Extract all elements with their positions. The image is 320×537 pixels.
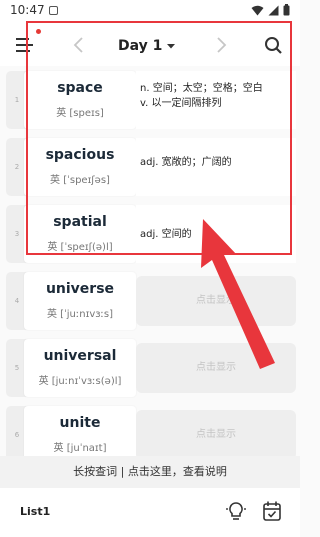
wifi-icon bbox=[251, 5, 264, 15]
calendar-check-icon[interactable] bbox=[262, 500, 282, 522]
phonetic: 英 [ˈspeɪʃəs] bbox=[50, 175, 110, 186]
phonetic: 英 [ˈspeɪʃ(ə)l] bbox=[47, 242, 113, 253]
word-card[interactable]: space 英 [speɪs] bbox=[24, 71, 136, 129]
word-card[interactable]: spatial 英 [ˈspeɪʃ(ə)l] bbox=[24, 205, 136, 263]
word-card[interactable]: spacious 英 [ˈspeɪʃəs] bbox=[24, 138, 136, 196]
signal-icon bbox=[268, 5, 279, 15]
status-time: 10:47 bbox=[10, 3, 45, 17]
caret-down-icon bbox=[167, 44, 176, 49]
word-text: universe bbox=[45, 281, 115, 297]
battery-icon bbox=[283, 4, 290, 16]
list-item[interactable]: 1 space 英 [speɪs] n. 空间；太空；空格；空白 v. 以一定间… bbox=[6, 71, 296, 129]
notification-dot bbox=[36, 29, 41, 34]
phonetic: 英 [speɪs] bbox=[56, 108, 104, 119]
hint-bar[interactable]: 长按查词 | 点击这里，查看说明 bbox=[0, 456, 300, 488]
reveal-meaning-button[interactable]: 点击显示 bbox=[136, 410, 296, 460]
day-title: Day 1 bbox=[118, 38, 163, 54]
word-text: universal bbox=[43, 348, 117, 364]
bottom-bar: List1 bbox=[0, 488, 300, 537]
word-text: unite bbox=[59, 415, 101, 431]
status-icons bbox=[251, 4, 290, 16]
reveal-meaning-button[interactable]: 点击显示 bbox=[136, 343, 296, 393]
phonetic: 英 [juːnɪˈvɜːs(ə)l] bbox=[38, 376, 122, 387]
phonetic: 英 [juˈnaɪt] bbox=[53, 443, 107, 454]
word-text: space bbox=[57, 80, 103, 96]
day-selector[interactable]: Day 1 bbox=[118, 35, 176, 57]
word-list: 1 space 英 [speɪs] n. 空间；太空；空格；空白 v. 以一定间… bbox=[0, 66, 300, 464]
chevron-left-icon[interactable] bbox=[68, 33, 90, 57]
notification-icon bbox=[49, 6, 58, 15]
meaning-line: v. 以一定间隔排列 bbox=[140, 98, 222, 109]
header: Day 1 bbox=[0, 24, 300, 66]
search-icon[interactable] bbox=[262, 34, 284, 56]
list-item[interactable]: 5 universal 英 [juːnɪˈvɜːs(ə)l] 点击显示 bbox=[6, 339, 296, 397]
word-card[interactable]: universe 英 [ˈjuːnɪvɜːs] bbox=[24, 272, 136, 330]
word-text: spatial bbox=[53, 214, 107, 230]
list-selector-button[interactable]: List1 bbox=[12, 500, 58, 524]
word-meaning[interactable]: n. 空间；太空；空格；空白 v. 以一定间隔排列 bbox=[136, 71, 296, 129]
list-item[interactable]: 3 spatial 英 [ˈspeɪʃ(ə)l] adj. 空间的 bbox=[6, 205, 296, 263]
phonetic: 英 [ˈjuːnɪvɜːs] bbox=[46, 309, 114, 320]
status-bar: 10:47 bbox=[0, 0, 300, 24]
lightbulb-icon[interactable] bbox=[226, 500, 246, 522]
word-card[interactable]: universal 英 [juːnɪˈvɜːs(ə)l] bbox=[24, 339, 136, 397]
meaning-line: adj. 空间的 bbox=[140, 229, 192, 240]
reveal-meaning-button[interactable]: 点击显示 bbox=[136, 276, 296, 326]
list-item[interactable]: 2 spacious 英 [ˈspeɪʃəs] adj. 宽敞的；广阔的 bbox=[6, 138, 296, 196]
word-meaning[interactable]: adj. 空间的 bbox=[136, 205, 296, 263]
meaning-line: n. 空间；太空；空格；空白 bbox=[140, 83, 263, 94]
meaning-line: adj. 宽敞的；广阔的 bbox=[140, 157, 232, 168]
word-meaning[interactable]: adj. 宽敞的；广阔的 bbox=[136, 138, 296, 196]
chevron-right-icon[interactable] bbox=[210, 33, 232, 57]
list-item[interactable]: 4 universe 英 [ˈjuːnɪvɜːs] 点击显示 bbox=[6, 272, 296, 330]
menu-icon[interactable] bbox=[14, 34, 36, 56]
word-text: spacious bbox=[45, 147, 115, 163]
